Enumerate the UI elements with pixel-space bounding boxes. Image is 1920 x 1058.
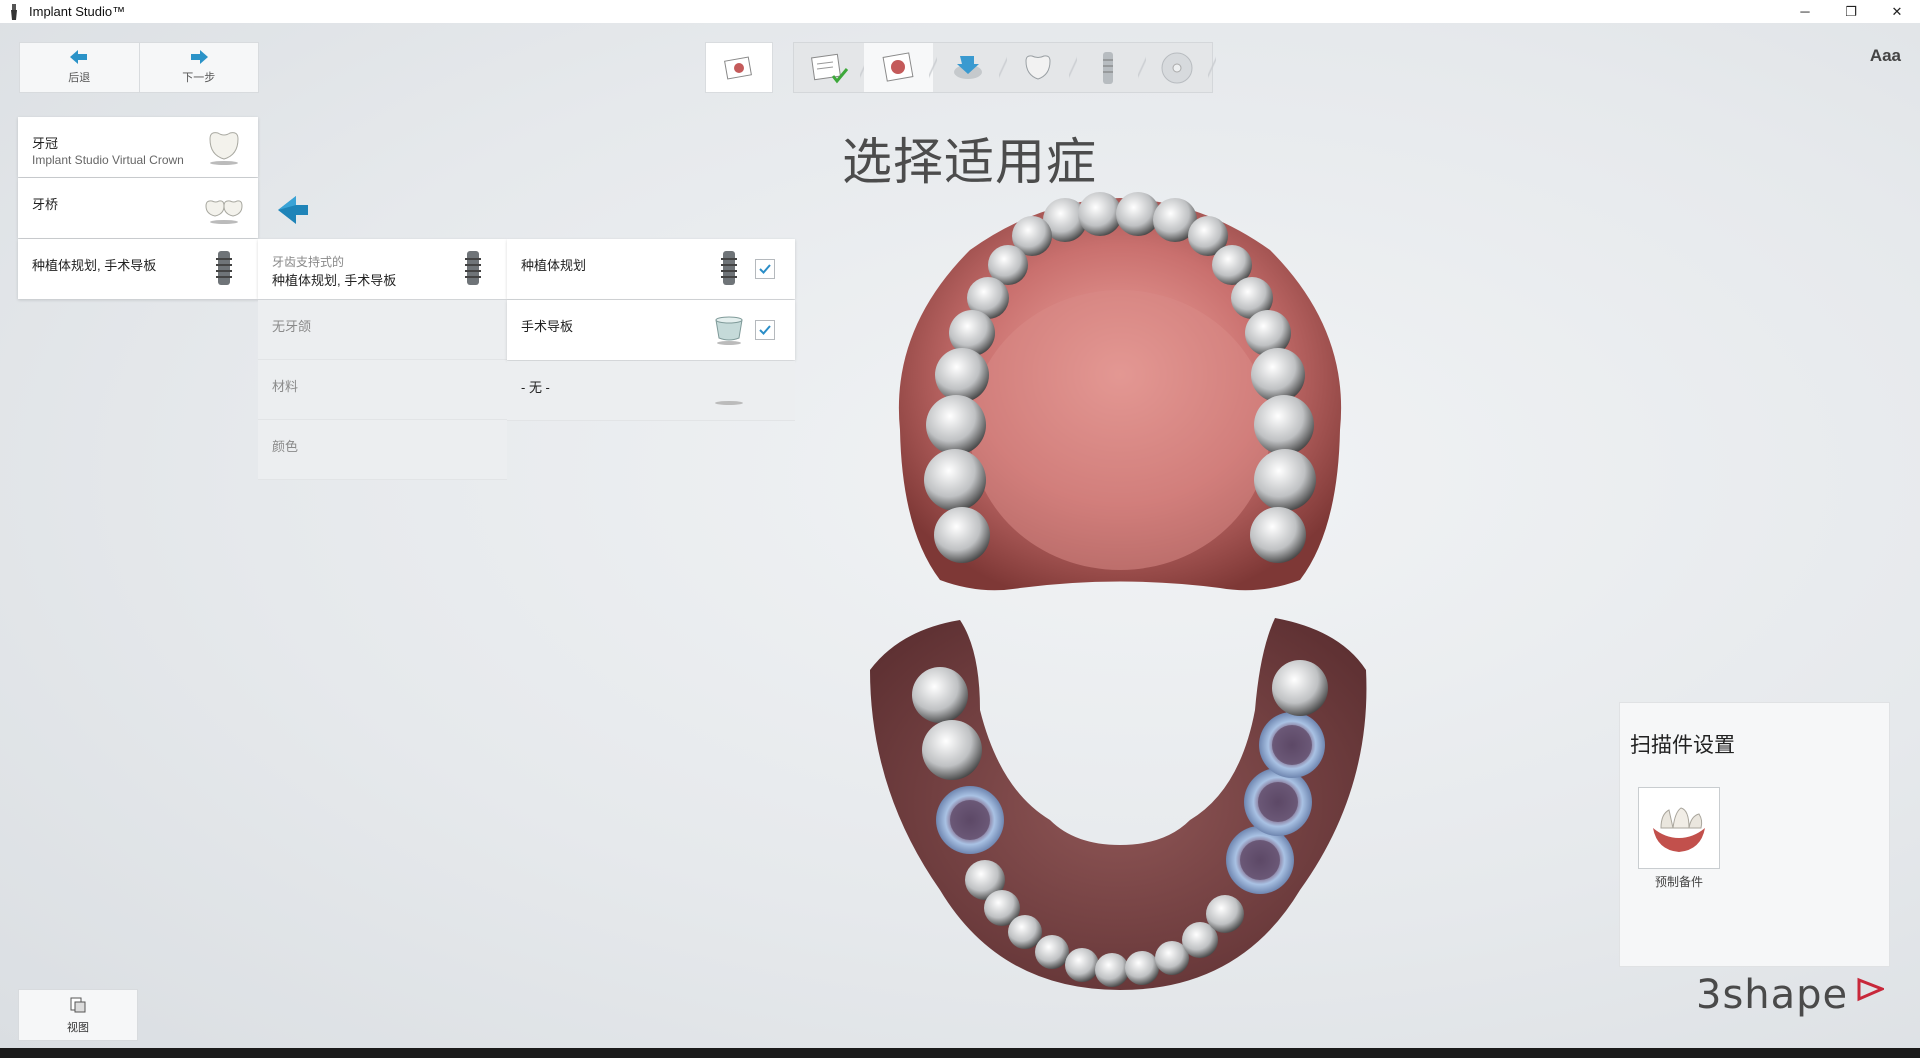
subcategory-color[interactable]: 颜色: [258, 420, 507, 480]
title-bar: Implant Studio™ ─ ❐ ✕: [0, 0, 1920, 23]
next-button[interactable]: 下一步: [138, 43, 259, 92]
taskbar: [0, 1048, 1920, 1058]
subcategory-label: 种植体规划, 手术导板: [272, 273, 397, 288]
option-label: 种植体规划: [521, 258, 587, 273]
subcategory-edentulous[interactable]: 无牙颌: [258, 300, 507, 360]
option-label: - 无 -: [521, 380, 550, 395]
subcategory-label: 材料: [272, 379, 299, 394]
option-surgical-guide[interactable]: 手术导板: [507, 300, 795, 360]
implant-icon: [707, 247, 751, 291]
checkmark-icon: [759, 264, 771, 274]
checkmark-icon: [759, 325, 771, 335]
implant-icon: [202, 247, 246, 291]
step-indication[interactable]: [863, 43, 937, 92]
view-icon: [70, 997, 86, 1013]
navigation-buttons: 后退 下一步: [19, 42, 259, 93]
crown-icon: [202, 125, 246, 169]
brand-logo: 3shape: [1696, 972, 1849, 1018]
prep-model-icon: [1653, 807, 1705, 852]
font-size-button[interactable]: Aaa: [1870, 46, 1901, 66]
preparation-scan-label: 预制备件: [1654, 875, 1703, 889]
next-label: 下一步: [182, 72, 216, 84]
arrow-left-icon: [70, 50, 88, 64]
restore-button[interactable]: ❐: [1828, 0, 1874, 23]
back-button[interactable]: 后退: [20, 43, 139, 92]
indication-list: 牙冠 Implant Studio Virtual Crown 牙桥 种植体规划…: [18, 117, 258, 300]
implant-planning-checkbox[interactable]: [755, 259, 775, 279]
subcategory-tooth-supported[interactable]: 牙齿支持式的 种植体规划, 手术导板: [258, 239, 507, 299]
step-scan[interactable]: [933, 43, 1007, 92]
step-output[interactable]: [1142, 43, 1216, 92]
view-label: 视图: [67, 1022, 89, 1034]
option-implant-planning[interactable]: 种植体规划: [507, 239, 795, 299]
checklist-icon: [810, 53, 848, 83]
arrow-right-icon: [190, 50, 208, 64]
option-label: 手术导板: [521, 319, 574, 334]
window-title: Implant Studio™: [29, 4, 126, 19]
view-button[interactable]: 视图: [18, 989, 138, 1041]
implant-icon: [451, 247, 495, 291]
indication-crown[interactable]: 牙冠 Implant Studio Virtual Crown: [18, 117, 258, 177]
shadow-icon: [707, 369, 751, 413]
indication-label: 牙冠: [32, 136, 59, 151]
page-title: 选择适用症: [842, 133, 1097, 191]
workflow-steps: [793, 42, 1216, 93]
upper-jaw: [898, 192, 1342, 591]
step-crown[interactable]: [1003, 43, 1077, 92]
option-none[interactable]: - 无 -: [507, 361, 795, 421]
scan-import-icon: [954, 55, 983, 79]
disc-icon: [1161, 52, 1193, 83]
guide-icon: [707, 308, 751, 352]
bridge-icon: [202, 186, 246, 230]
scan-settings-panel: 扫描件设置 预制备件: [1619, 702, 1890, 967]
indication-implant-planning[interactable]: 种植体规划, 手术导板: [18, 239, 258, 299]
indication-label: 牙桥: [32, 197, 59, 212]
tooth-icon: [1025, 54, 1051, 80]
minimize-button[interactable]: ─: [1782, 0, 1828, 23]
brand-logo-mark-icon: [1856, 977, 1886, 1008]
order-form-icon: [724, 55, 752, 80]
step-order-form[interactable]: [794, 43, 868, 92]
subcategory-list: 牙齿支持式的 种植体规划, 手术导板 无牙颌 材料 颜色: [258, 239, 507, 480]
scan-settings-title: 扫描件设置: [1630, 734, 1735, 757]
indication-bridge[interactable]: 牙桥: [18, 178, 258, 238]
step-implant[interactable]: [1073, 43, 1147, 92]
subcategory-label: 无牙颌: [272, 319, 312, 334]
option-list: 种植体规划 手术导板 - 无 -: [507, 239, 795, 421]
dental-model-view[interactable]: [860, 190, 1380, 1005]
jaw-doc-icon: [882, 51, 913, 82]
preparation-scan-item[interactable]: [1638, 787, 1720, 869]
indication-label: 种植体规划, 手术导板: [32, 258, 157, 273]
collapse-arrow-icon[interactable]: [276, 193, 310, 232]
subcategory-label: 颜色: [272, 439, 299, 454]
lower-jaw: [870, 618, 1367, 990]
close-button[interactable]: ✕: [1874, 0, 1920, 23]
app-icon: [7, 3, 21, 20]
back-label: 后退: [68, 72, 91, 84]
surgical-guide-checkbox[interactable]: [755, 320, 775, 340]
implant-step-icon: [1102, 51, 1113, 84]
subcategory-material[interactable]: 材料: [258, 360, 507, 420]
workflow-overview-button[interactable]: [705, 42, 773, 93]
